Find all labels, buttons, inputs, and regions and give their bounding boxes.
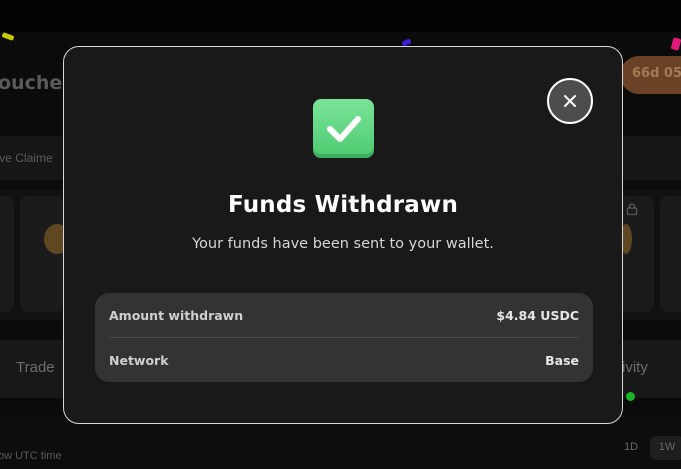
- app-page: oucher 66d 05 've Claime Trade ivity ow …: [0, 0, 681, 469]
- background-card: [20, 196, 64, 312]
- confetti-piece: [1, 32, 15, 41]
- lock-icon: [626, 203, 638, 215]
- background-claimed-label: 've Claime: [0, 151, 53, 165]
- check-mark-icon: [326, 115, 361, 142]
- detail-row-amount: Amount withdrawn $4.84 USDC: [109, 293, 579, 337]
- background-page-title: oucher: [0, 72, 72, 94]
- close-icon: [564, 95, 576, 107]
- success-check-badge: [313, 99, 374, 158]
- withdrawal-details-panel: Amount withdrawn $4.84 USDC Network Base: [95, 293, 593, 382]
- detail-value-network: Base: [545, 352, 579, 368]
- detail-label-network: Network: [109, 352, 169, 368]
- detail-row-network: Network Base: [109, 338, 579, 382]
- tab-trade[interactable]: Trade: [16, 359, 55, 376]
- tab-activity[interactable]: ivity: [622, 359, 648, 376]
- top-bar: [0, 0, 681, 32]
- background-countdown-badge: 66d 05: [620, 56, 681, 94]
- close-button[interactable]: [547, 78, 593, 124]
- background-utc-label: ow UTC time: [0, 450, 62, 462]
- background-card: [660, 196, 681, 312]
- modal-title: Funds Withdrawn: [227, 192, 459, 218]
- detail-label-amount: Amount withdrawn: [109, 307, 244, 323]
- range-1d-button[interactable]: 1D: [618, 436, 644, 460]
- detail-value-amount: $4.84 USDC: [496, 307, 579, 323]
- range-1w-button[interactable]: 1W: [650, 436, 681, 460]
- background-chart-header: [0, 418, 681, 469]
- withdraw-success-modal: Funds Withdrawn Your funds have been sen…: [63, 46, 623, 424]
- modal-subtitle: Your funds have been sent to your wallet…: [192, 236, 494, 252]
- background-card: [0, 196, 14, 312]
- confetti-dot: [626, 392, 635, 401]
- confetti-piece: [670, 37, 681, 51]
